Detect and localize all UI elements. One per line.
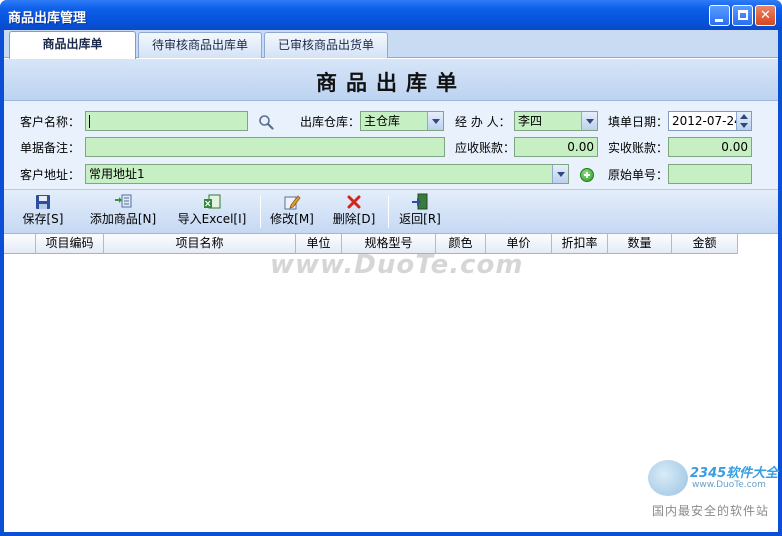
fill-date-value: 2012-07-24	[672, 114, 742, 128]
search-icon[interactable]	[258, 114, 274, 130]
exit-label: 返回[R]	[399, 212, 441, 226]
chevron-down-icon[interactable]	[427, 112, 443, 130]
maximize-icon	[738, 10, 748, 20]
handler-select[interactable]: 李四	[514, 111, 598, 131]
add-address-icon[interactable]	[580, 168, 594, 182]
app-window: 商品出库管理 ✕ 商品出库单 待审核商品出库单 已审核商品出货单 商品出库单 客…	[0, 0, 782, 536]
mascot-icon	[648, 460, 688, 496]
corner-logo: 2345软件大全 www.DuoTe.com 国内最安全的软件站	[640, 454, 780, 526]
tab-pending-review[interactable]: 待审核商品出库单	[138, 32, 262, 58]
fill-date-label: 填单日期：	[608, 115, 669, 129]
tab-strip: 商品出库单 待审核商品出库单 已审核商品出货单	[4, 30, 778, 59]
original-no-label: 原始单号：	[608, 168, 669, 182]
delete-icon	[347, 195, 361, 209]
order-form: 客户名称： 出库仓库： 主仓库 经 办 人： 李四 填单日期： 2012-07-…	[4, 101, 778, 190]
spin-up-icon[interactable]	[740, 114, 748, 119]
chevron-down-icon[interactable]	[552, 165, 568, 183]
receivable-input[interactable]: 0.00	[514, 137, 598, 157]
column-header[interactable]: 金额	[672, 234, 738, 254]
toolbar-separator	[388, 196, 389, 228]
close-icon: ✕	[760, 8, 771, 23]
column-header[interactable]: 数量	[608, 234, 672, 254]
document-header: 商品出库单	[4, 59, 778, 101]
logo-slogan: 国内最安全的软件站	[652, 504, 770, 518]
watermark-text: www.DuoTe.com	[270, 250, 524, 280]
chevron-down-icon[interactable]	[581, 112, 597, 130]
add-product-icon	[115, 194, 132, 208]
receivable-label: 应收账款：	[455, 141, 516, 155]
warehouse-label: 出库仓库：	[300, 115, 361, 129]
minimize-icon	[715, 19, 723, 22]
add-product-label: 添加商品[N]	[89, 212, 157, 226]
customer-name-label: 客户名称：	[20, 115, 81, 129]
column-header[interactable]: 折扣率	[552, 234, 608, 254]
toolbar-separator	[260, 196, 261, 228]
page-title: 商品出库单	[316, 71, 466, 95]
date-spinner[interactable]	[736, 112, 751, 130]
address-label: 客户地址：	[20, 168, 81, 182]
save-icon	[36, 195, 50, 209]
maximize-button[interactable]	[732, 5, 753, 26]
column-header[interactable]: 项目编码	[36, 234, 104, 254]
minimize-button[interactable]	[709, 5, 730, 26]
received-input[interactable]: 0.00	[668, 137, 752, 157]
window-title: 商品出库管理	[8, 11, 87, 26]
tab-reviewed[interactable]: 已审核商品出货单	[264, 32, 388, 58]
warehouse-select[interactable]: 主仓库	[360, 111, 444, 131]
warehouse-value: 主仓库	[364, 114, 401, 128]
product-grid[interactable]: 项目编码 项目名称 单位 规格型号 颜色 单价 折扣率 数量 金额 www.Du…	[4, 234, 778, 532]
edit-icon	[284, 195, 301, 210]
remark-input[interactable]	[85, 137, 445, 157]
toolbar: 保存[S] 添加商品[N] 导入Excel[I] 修改[M] 删除[D] 返回[…	[4, 190, 778, 234]
close-button[interactable]: ✕	[755, 5, 776, 26]
title-bar[interactable]: 商品出库管理 ✕	[0, 0, 782, 30]
delete-button[interactable]: 删除[D]	[330, 192, 378, 232]
handler-label: 经 办 人：	[455, 115, 511, 129]
address-value: 常用地址1	[89, 167, 145, 181]
import-excel-button[interactable]: 导入Excel[I]	[174, 192, 250, 232]
save-button[interactable]: 保存[S]	[18, 192, 68, 232]
edit-button[interactable]: 修改[M]	[268, 192, 316, 232]
received-value: 0.00	[721, 140, 748, 154]
handler-value: 李四	[518, 114, 543, 128]
customer-name-input[interactable]	[85, 111, 248, 131]
exit-icon	[412, 193, 428, 210]
logo-url: www.DuoTe.com	[692, 480, 766, 490]
tab-outbound-order[interactable]: 商品出库单	[9, 31, 136, 59]
received-label: 实收账款：	[608, 141, 669, 155]
exit-button[interactable]: 返回[R]	[396, 192, 444, 232]
original-no-input[interactable]	[668, 164, 752, 184]
import-excel-label: 导入Excel[I]	[177, 212, 247, 226]
grid-row-indicator-header	[4, 234, 36, 254]
remark-label: 单据备注：	[20, 141, 81, 155]
excel-icon	[204, 194, 221, 209]
spin-down-icon[interactable]	[740, 123, 748, 128]
add-product-button[interactable]: 添加商品[N]	[88, 192, 158, 232]
fill-date-picker[interactable]: 2012-07-24	[668, 111, 752, 131]
column-header[interactable]: 项目名称	[104, 234, 296, 254]
save-label: 保存[S]	[22, 212, 64, 226]
logo-brand: 2345软件大全	[690, 466, 779, 481]
client-area: 商品出库单 待审核商品出库单 已审核商品出货单 商品出库单 客户名称： 出库仓库…	[4, 30, 778, 532]
address-select[interactable]: 常用地址1	[85, 164, 569, 184]
receivable-value: 0.00	[567, 140, 594, 154]
edit-label: 修改[M]	[270, 212, 314, 226]
delete-label: 删除[D]	[332, 212, 376, 226]
text-caret	[89, 115, 90, 128]
